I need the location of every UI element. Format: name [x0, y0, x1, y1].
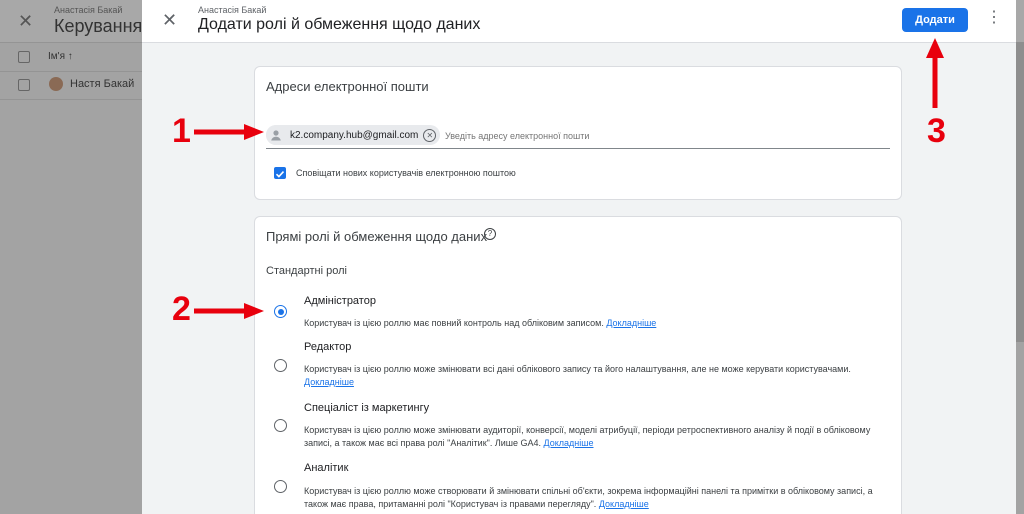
check-icon	[275, 171, 285, 178]
close-icon[interactable]: ✕	[162, 10, 177, 31]
email-chip[interactable]: k2.company.hub@gmail.com ✕	[266, 125, 441, 145]
role-desc-marketer: Користувач із цією роллю може змінювати …	[304, 424, 894, 450]
annotation-number-2: 2	[172, 290, 191, 328]
avatar	[49, 77, 63, 91]
background-row-checkbox	[18, 79, 30, 91]
background-user-row-name: Настя Бакай	[70, 78, 135, 90]
dialog-user-name: Анастасія Бакай	[198, 5, 267, 15]
email-addresses-card: Адреси електронної пошти k2.company.hub@…	[254, 66, 902, 200]
radio-marketer[interactable]	[274, 419, 287, 432]
role-desc-analyst: Користувач із цією роллю може створювати…	[304, 485, 894, 511]
learn-more-link[interactable]: Докладніше	[544, 438, 594, 448]
add-button[interactable]: Додати	[902, 8, 968, 32]
role-desc-text: Користувач із цією роллю має повний конт…	[304, 318, 604, 328]
role-name-analyst: Аналітик	[304, 462, 349, 474]
more-vert-icon[interactable]: ⋮	[986, 10, 1002, 26]
learn-more-link[interactable]: Докладніше	[606, 318, 656, 328]
email-chip-label: k2.company.hub@gmail.com	[290, 129, 419, 141]
learn-more-link[interactable]: Докладніше	[599, 499, 649, 509]
person-icon	[266, 125, 286, 145]
role-desc-editor: Користувач із цією роллю може змінювати …	[304, 363, 894, 389]
background-user-name: Анастасія Бакай	[54, 5, 123, 15]
roles-card-title: Прямі ролі й обмеження щодо даних	[266, 229, 488, 244]
radio-editor[interactable]	[274, 359, 287, 372]
learn-more-link[interactable]: Докладніше	[304, 377, 354, 387]
roles-card: Прямі ролі й обмеження щодо даних ? Стан…	[254, 216, 902, 514]
annotation-arrow-2-icon	[194, 303, 264, 319]
background-table-row: Настя Бакай	[0, 71, 142, 100]
background-scrollbar	[1016, 42, 1024, 342]
help-icon[interactable]: ?	[484, 228, 496, 240]
annotation-number-3: 3	[927, 112, 946, 150]
annotation-arrow-1-icon	[194, 124, 264, 140]
email-input-underline	[266, 148, 890, 149]
role-name-administrator: Адміністратор	[304, 295, 376, 307]
annotation-arrow-3-icon	[926, 38, 944, 108]
notify-label: Сповіщати нових користувачів електронною…	[296, 168, 516, 178]
role-desc-administrator: Користувач із цією роллю має повний конт…	[304, 317, 894, 330]
dialog-header: ✕ Анастасія Бакай Додати ролі й обмеженн…	[142, 0, 1016, 43]
email-card-title: Адреси електронної пошти	[266, 79, 429, 94]
background-column-name: Ім'я ↑	[48, 51, 73, 62]
role-name-editor: Редактор	[304, 341, 352, 353]
radio-analyst[interactable]	[274, 480, 287, 493]
notify-checkbox[interactable]	[274, 167, 286, 179]
remove-chip-icon[interactable]: ✕	[423, 128, 437, 142]
role-desc-text: Користувач із цією роллю може створювати…	[304, 486, 873, 509]
background-select-all-checkbox	[18, 51, 30, 63]
role-desc-text: Користувач із цією роллю може змінювати …	[304, 364, 851, 374]
radio-administrator[interactable]	[274, 305, 287, 318]
email-input[interactable]	[443, 127, 877, 145]
standard-roles-label: Стандартні ролі	[266, 265, 347, 277]
background-table-header: Ім'я ↑	[0, 43, 142, 72]
add-roles-dialog: ✕ Анастасія Бакай Додати ролі й обмеженн…	[142, 0, 1016, 514]
annotation-number-1: 1	[172, 112, 191, 150]
role-name-marketer: Спеціаліст із маркетингу	[304, 402, 430, 414]
dialog-title: Додати ролі й обмеження щодо даних	[198, 16, 481, 33]
background-close-icon: ✕	[18, 11, 34, 31]
